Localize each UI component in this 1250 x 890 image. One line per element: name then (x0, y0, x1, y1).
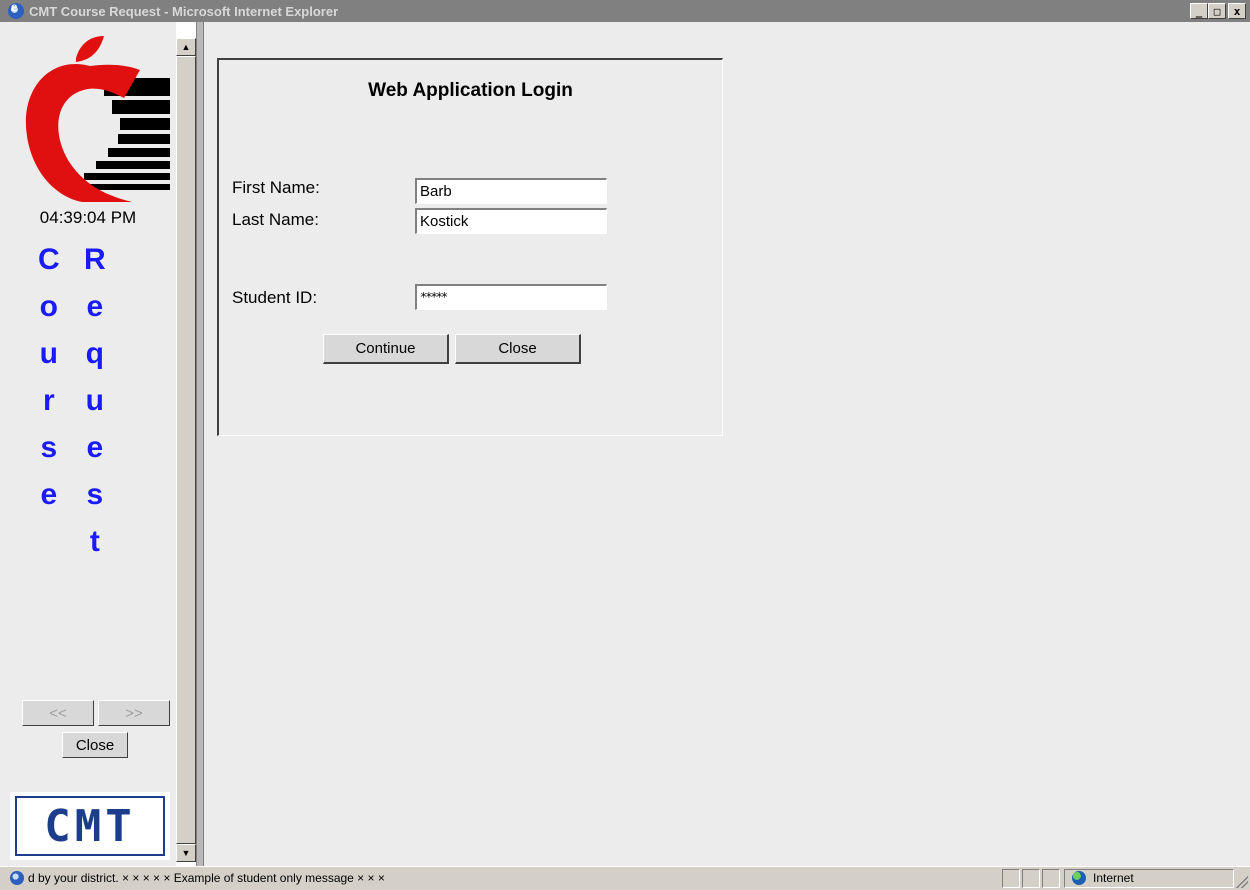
heading-letter: s (86, 478, 104, 511)
scroll-down-button[interactable]: ▼ (176, 844, 196, 862)
status-pane (1042, 869, 1060, 888)
heading-letter: e (86, 431, 104, 464)
first-name-label: First Name: (232, 178, 320, 197)
status-pane (1022, 869, 1040, 888)
status-message: d by your district. × × × × × Example of… (28, 871, 385, 885)
main-content-frame: Web Application Login First Name: Last N… (204, 22, 1250, 866)
sidebar-close-button[interactable]: Close (62, 732, 128, 758)
globe-icon (1072, 871, 1086, 885)
course-vertical-heading: C o u r s e (38, 236, 60, 518)
heading-letter: r (42, 384, 55, 417)
login-title: Web Application Login (368, 80, 573, 101)
first-name-field[interactable] (415, 178, 607, 204)
resize-grip-icon[interactable] (1236, 876, 1248, 888)
heading-letter: e (86, 290, 104, 323)
maximize-button[interactable]: □ (1208, 3, 1226, 19)
next-button[interactable]: >> (98, 700, 170, 726)
heading-letter: u (85, 384, 104, 417)
heading-letter: o (39, 290, 58, 323)
last-name-field[interactable] (415, 208, 607, 234)
left-navigation-frame: 04:39:04 PM C o u r s e R e q u e s t <<… (0, 22, 176, 866)
status-bar: d by your district. × × × × × Example of… (0, 866, 1250, 890)
title-bar: CMT Course Request - Microsoft Internet … (0, 0, 1250, 22)
previous-button[interactable]: << (22, 700, 94, 726)
scroll-thumb[interactable] (176, 56, 196, 844)
window-title: CMT Course Request - Microsoft Internet … (29, 3, 339, 19)
minimize-button[interactable]: _ (1190, 3, 1208, 19)
security-zone: Internet (1093, 871, 1134, 885)
frame-divider[interactable] (196, 22, 204, 866)
scroll-up-button[interactable]: ▲ (176, 38, 196, 56)
heading-letter: t (89, 525, 100, 558)
student-id-label: Student ID: (232, 288, 318, 307)
cmt-logo: CMT (10, 792, 170, 860)
heading-letter: q (85, 337, 104, 370)
close-window-button[interactable]: x (1228, 3, 1246, 19)
page-icon (10, 871, 24, 885)
student-id-field[interactable] (415, 284, 607, 310)
zone-pane (1064, 869, 1234, 888)
status-pane (1002, 869, 1020, 888)
heading-letter: u (39, 337, 58, 370)
cmt-logo-text: CMT (15, 796, 165, 856)
continue-button[interactable]: Continue (323, 334, 449, 364)
internet-explorer-icon[interactable] (8, 0, 24, 19)
left-frame-scrollbar[interactable]: ▲ ▼ (176, 38, 196, 862)
clock: 04:39:04 PM (39, 208, 137, 227)
apple-logo-graphic (25, 36, 170, 202)
heading-letter: s (40, 431, 58, 464)
window-controls: _ □ x (1190, 3, 1246, 19)
apple-logo (12, 36, 170, 208)
request-vertical-heading: R e q u e s t (84, 236, 106, 565)
last-name-label: Last Name: (232, 210, 319, 229)
heading-letter: R (84, 243, 106, 276)
login-panel: Web Application Login First Name: Last N… (217, 58, 723, 436)
heading-letter: e (40, 478, 58, 511)
login-close-button[interactable]: Close (455, 334, 581, 364)
heading-letter: C (38, 243, 60, 276)
